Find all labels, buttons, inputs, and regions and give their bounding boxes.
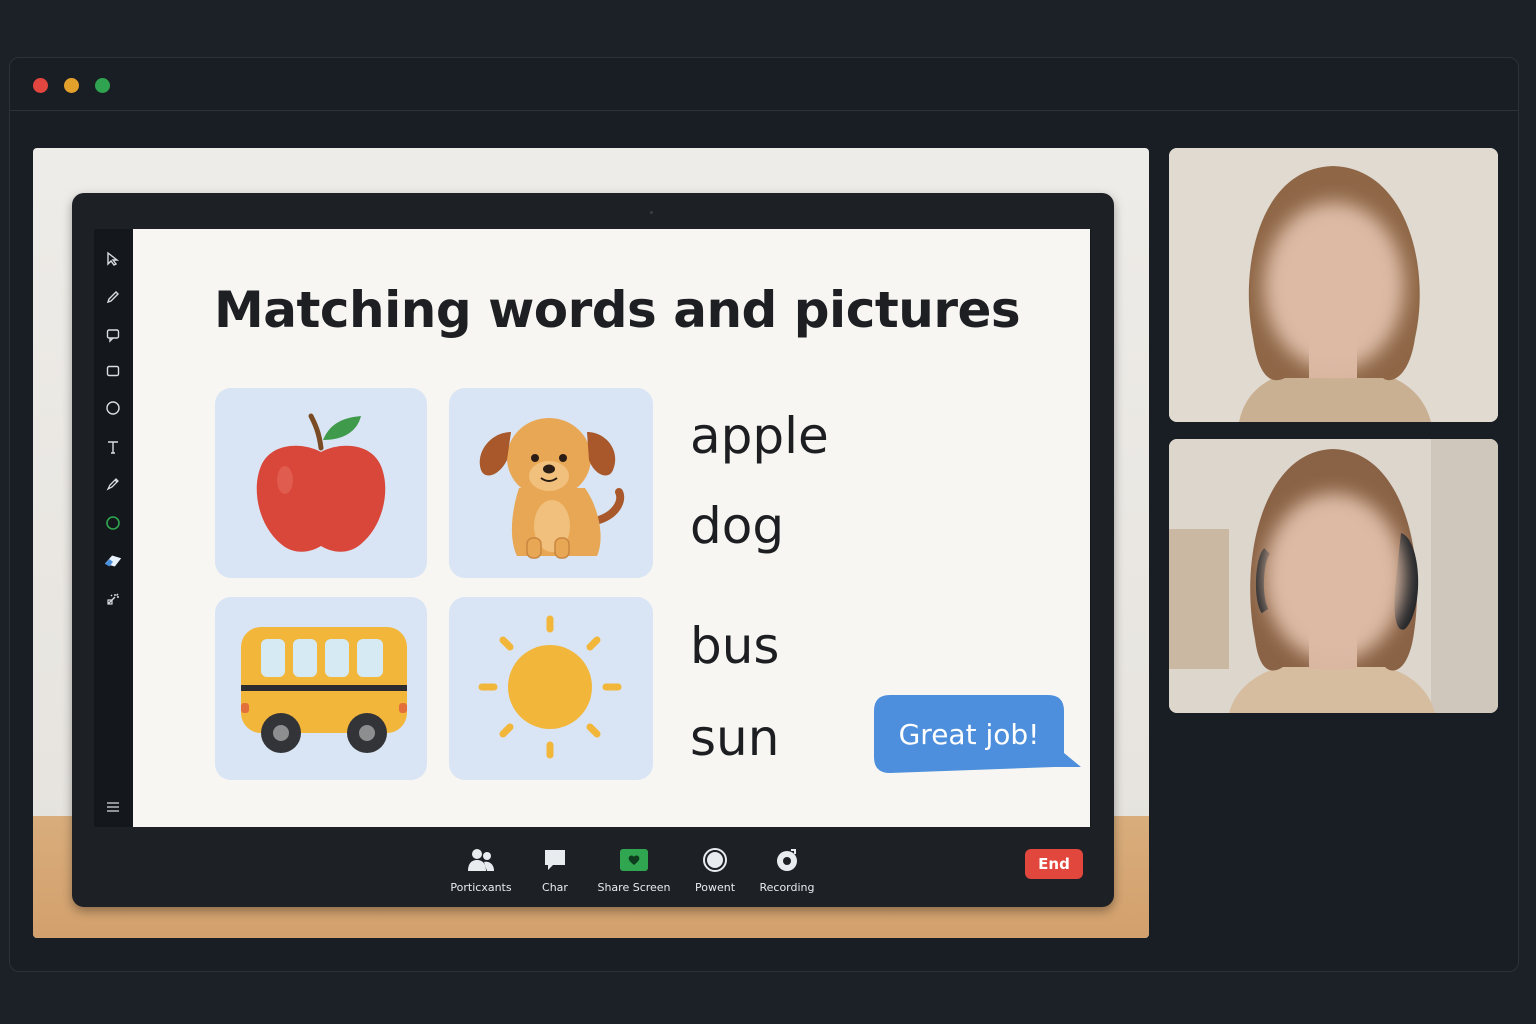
participant-video-2: [1169, 439, 1498, 713]
share-screen-label: Share Screen: [597, 881, 671, 894]
eraser-icon[interactable]: [103, 551, 123, 571]
participant-video-1: [1169, 148, 1498, 422]
picture-card-sun[interactable]: [449, 597, 653, 780]
word-dog[interactable]: dog: [690, 497, 784, 555]
chat-icon: [510, 845, 600, 875]
webcam-dot: [650, 211, 653, 214]
bubble-text: Great job!: [898, 717, 1040, 751]
recording-icon: [742, 845, 832, 875]
share-screen-icon: [589, 845, 679, 875]
highlighter-icon[interactable]: [103, 474, 123, 494]
chat-bubble: Great job!: [874, 695, 1081, 773]
monitor: Matching words and pictures apple dog bu…: [72, 193, 1114, 907]
picture-card-apple[interactable]: [215, 388, 427, 578]
main-video-feed: Matching words and pictures apple dog bu…: [33, 148, 1149, 938]
chat-label: Char: [542, 881, 568, 894]
recording-button[interactable]: Recording: [742, 845, 832, 894]
share-screen-button[interactable]: Share Screen: [589, 845, 679, 894]
shared-screen: Matching words and pictures apple dog bu…: [94, 229, 1091, 827]
chat-button[interactable]: Char: [510, 845, 600, 894]
end-call-button[interactable]: End: [1025, 849, 1083, 879]
word-bus[interactable]: bus: [690, 617, 779, 675]
participant-tile-1[interactable]: [1169, 148, 1498, 422]
comment-icon[interactable]: [103, 325, 123, 345]
bus-icon: [241, 627, 407, 753]
text-icon[interactable]: [103, 437, 123, 457]
word-apple[interactable]: apple: [690, 407, 829, 465]
recording-label: Recording: [759, 881, 815, 894]
magic-wand-icon[interactable]: [103, 589, 123, 609]
select-arrow-icon[interactable]: [103, 249, 123, 269]
slide: Matching words and pictures apple dog bu…: [133, 229, 1090, 827]
color-green-icon[interactable]: [103, 513, 123, 533]
minimize-window-button[interactable]: [64, 78, 79, 93]
meeting-control-bar: Porticxants Char Share Screen Powent Rec…: [72, 833, 1114, 903]
sun-icon: [478, 615, 622, 759]
maximize-window-button[interactable]: [95, 78, 110, 93]
pen-icon[interactable]: [103, 287, 123, 307]
dog-icon: [479, 418, 625, 559]
slide-title: Matching words and pictures: [214, 281, 1021, 339]
participant-tile-2[interactable]: [1169, 439, 1498, 713]
word-sun[interactable]: sun: [690, 709, 779, 767]
apple-icon: [256, 413, 386, 552]
menu-icon[interactable]: [103, 797, 123, 817]
picture-card-bus[interactable]: [215, 597, 427, 780]
rectangle-icon[interactable]: [103, 361, 123, 381]
title-bar: [10, 58, 1518, 111]
annotation-toolbar: [94, 229, 132, 827]
close-window-button[interactable]: [33, 78, 48, 93]
picture-card-dog[interactable]: [449, 388, 653, 578]
circle-icon[interactable]: [103, 398, 123, 418]
